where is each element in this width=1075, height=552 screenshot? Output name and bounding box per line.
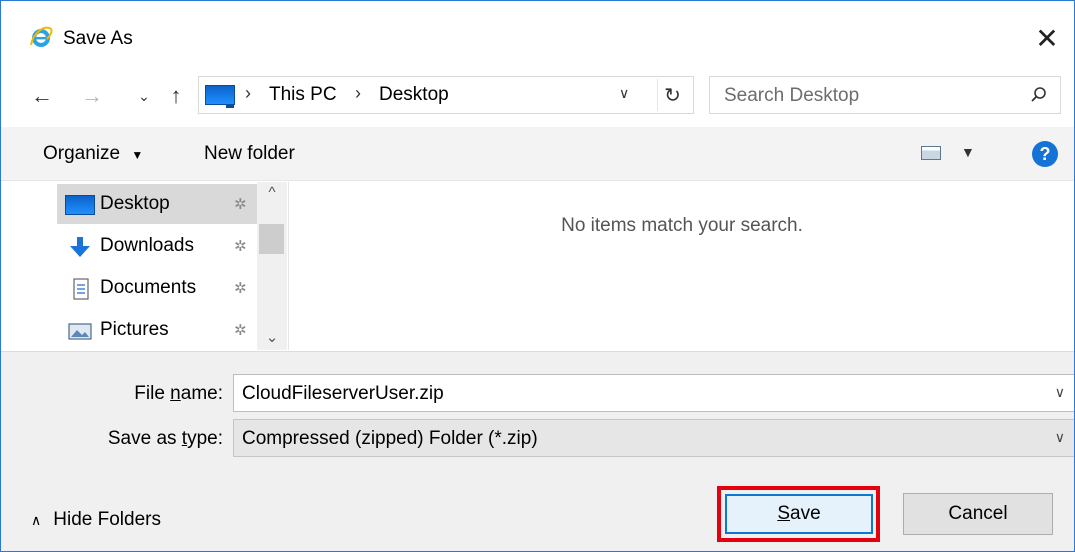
empty-message: No items match your search.: [561, 215, 803, 236]
hide-folders-button[interactable]: ∧ Hide Folders: [31, 509, 161, 531]
chevron-up-icon: ∧: [31, 512, 42, 528]
sidebar-item-downloads[interactable]: Downloads ✲: [57, 226, 247, 266]
save-label-accesskey: S: [777, 503, 791, 524]
file-name-label-part: ame:: [180, 383, 223, 404]
up-button[interactable]: ↑: [161, 79, 191, 113]
arrow-left-icon: ←: [31, 83, 53, 108]
view-dropdown-icon[interactable]: ▼: [961, 144, 975, 160]
pin-icon[interactable]: ✲: [234, 195, 247, 213]
caret-down-icon: ▼: [131, 148, 144, 162]
save-label: ave: [790, 503, 821, 524]
file-name-label-part: File: [134, 383, 171, 404]
breadcrumb-desktop[interactable]: Desktop: [379, 84, 449, 106]
sidebar-item-pictures[interactable]: Pictures ✲: [57, 310, 247, 350]
chevron-down-icon[interactable]: ∨: [1055, 429, 1065, 446]
downloads-icon: [70, 237, 90, 257]
title-bar: Save As ✕: [1, 1, 1074, 73]
this-pc-icon: [205, 85, 235, 108]
search-icon: [1031, 87, 1046, 102]
arrow-up-icon: ↑: [170, 83, 182, 108]
file-list[interactable]: No items match your search.: [289, 182, 1074, 350]
sidebar-item-label: Pictures: [100, 319, 169, 340]
breadcrumb-separator-icon: ›: [245, 83, 251, 103]
save-type-label-part: Save as: [107, 428, 182, 449]
sidebar-scrollbar[interactable]: ^ ⌄: [257, 182, 287, 350]
file-name-value[interactable]: CloudFileserverUser.zip: [242, 383, 444, 405]
chevron-down-icon: ⌄: [138, 87, 150, 104]
organize-menu[interactable]: Organize ▼: [43, 143, 143, 165]
refresh-button[interactable]: ↻: [657, 79, 687, 111]
recent-locations-button[interactable]: ⌄: [129, 79, 159, 113]
command-bar: Organize ▼ New folder ▼ ?: [1, 127, 1074, 181]
window-title: Save As: [63, 28, 133, 49]
close-button[interactable]: ✕: [1030, 21, 1064, 55]
organize-label: Organize: [43, 143, 121, 164]
scroll-down-icon[interactable]: ⌄: [257, 328, 287, 348]
cancel-button[interactable]: Cancel: [903, 493, 1053, 535]
file-name-label-accesskey: n: [170, 383, 181, 404]
hide-folders-label: Hide Folders: [53, 509, 161, 530]
help-icon[interactable]: ?: [1032, 141, 1058, 167]
pin-icon[interactable]: ✲: [234, 237, 247, 255]
pictures-icon: [68, 323, 92, 340]
forward-button[interactable]: →: [77, 79, 107, 113]
save-type-label: Save as type:: [81, 428, 223, 450]
documents-icon: [73, 278, 89, 300]
address-bar[interactable]: › This PC › Desktop ∨ ↻: [198, 76, 694, 114]
save-type-label-part: ype:: [187, 428, 223, 449]
scroll-up-icon[interactable]: ^: [257, 184, 287, 204]
save-form: File name: CloudFileserverUser.zip ∨ Sav…: [1, 351, 1074, 551]
view-options-icon[interactable]: [921, 146, 941, 160]
search-input[interactable]: Search Desktop: [709, 76, 1061, 114]
chevron-down-icon[interactable]: ∨: [1055, 384, 1065, 401]
pin-icon[interactable]: ✲: [234, 279, 247, 297]
sidebar-item-label: Desktop: [100, 193, 170, 214]
save-as-dialog: Save As ✕ ← → ⌄ ↑ › This PC › Desktop ∨ …: [0, 0, 1075, 552]
scroll-thumb[interactable]: [259, 224, 284, 254]
new-folder-button[interactable]: New folder: [204, 143, 295, 165]
file-name-label: File name:: [101, 383, 223, 405]
save-type-value: Compressed (zipped) Folder (*.zip): [242, 428, 538, 449]
save-type-select[interactable]: Compressed (zipped) Folder (*.zip) ∨: [233, 419, 1074, 457]
sidebar-item-desktop[interactable]: Desktop ✲: [57, 184, 257, 224]
search-placeholder: Search Desktop: [724, 85, 860, 106]
sidebar-item-documents[interactable]: Documents ✲: [57, 268, 247, 308]
pin-icon[interactable]: ✲: [234, 321, 247, 339]
navigation-pane: Desktop ✲ Downloads ✲ Documents ✲ Pictur…: [1, 182, 288, 350]
sidebar-item-label: Downloads: [100, 235, 194, 256]
save-button[interactable]: Save: [725, 494, 873, 534]
arrow-right-icon: →: [81, 83, 103, 108]
file-name-field[interactable]: CloudFileserverUser.zip ∨: [233, 374, 1074, 412]
refresh-icon: ↻: [664, 84, 681, 107]
close-icon: ✕: [1035, 22, 1059, 54]
sidebar-item-label: Documents: [100, 277, 197, 298]
address-dropdown-icon[interactable]: ∨: [619, 85, 629, 102]
breadcrumb-separator-icon: ›: [355, 83, 361, 103]
breadcrumb-this-pc[interactable]: This PC: [269, 84, 337, 106]
desktop-icon: [65, 195, 95, 215]
internet-explorer-icon: [30, 26, 53, 47]
navigation-bar: ← → ⌄ ↑ › This PC › Desktop ∨ ↻ Search D…: [1, 73, 1074, 121]
back-button[interactable]: ←: [27, 79, 57, 113]
